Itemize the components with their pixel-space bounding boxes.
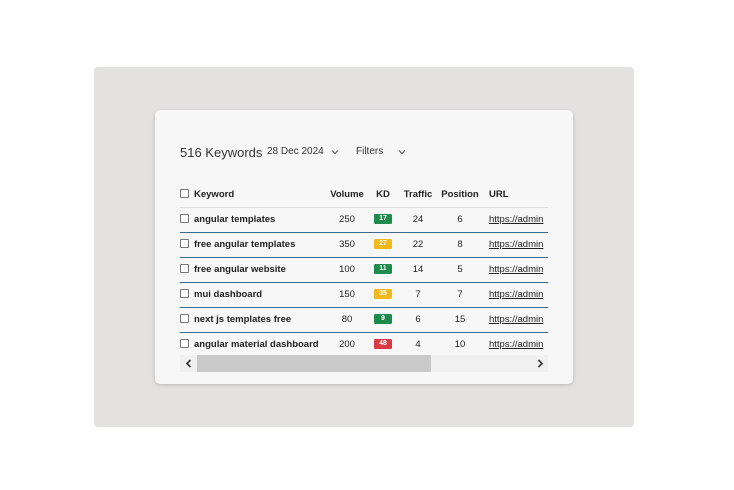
- table-row[interactable]: free angular website 100 11 14 5 https://admi…: [180, 257, 548, 283]
- table-row[interactable]: mui dashboard 150 35 7 7 https://admin: [180, 282, 548, 308]
- kd-badge: 27: [374, 239, 392, 250]
- volume-cell: 100: [339, 264, 355, 275]
- chevron-left-icon: [185, 355, 193, 373]
- row-select-cell: [180, 332, 190, 357]
- row-checkbox[interactable]: [180, 238, 189, 248]
- volume-cell: 200: [339, 339, 355, 350]
- kd-cell: 48: [372, 332, 394, 357]
- position-cell: 6: [457, 214, 463, 225]
- filters-dropdown[interactable]: Filters: [356, 146, 407, 157]
- keyword-cell: free angular website: [194, 264, 286, 275]
- position-cell: 7: [457, 289, 463, 300]
- url-link[interactable]: https://admin: [489, 239, 543, 250]
- url-cell: https://admin: [489, 207, 548, 232]
- scrollbar-thumb[interactable]: [197, 355, 431, 372]
- keyword-cell: free angular templates: [194, 239, 296, 250]
- volume-cell: 80: [341, 314, 353, 325]
- date-dropdown-label: 28 Dec 2024: [267, 146, 324, 157]
- table-row[interactable]: next js templates free 80 9 6 15 https://admi…: [180, 307, 548, 333]
- date-dropdown[interactable]: 28 Dec 2024: [267, 146, 340, 157]
- keyword-cell: angular templates: [194, 214, 276, 225]
- keyword-cell: angular material dashboard: [194, 339, 319, 350]
- position-cell: 15: [454, 314, 466, 325]
- url-cell: https://admin: [489, 282, 548, 307]
- position-cell: 8: [457, 239, 463, 250]
- url-cell: https://admin: [489, 232, 548, 257]
- traffic-cell: 4: [415, 339, 421, 350]
- volume-cell: 150: [339, 289, 355, 300]
- chevron-right-icon: [536, 355, 544, 373]
- column-header-keyword[interactable]: Keyword: [194, 182, 334, 207]
- traffic-cell: 24: [412, 214, 424, 225]
- url-link[interactable]: https://admin: [489, 289, 543, 300]
- keywords-table: Keyword Volume KD Traffic Position URL a…: [180, 182, 548, 372]
- row-select-cell: [180, 207, 190, 232]
- scroll-left-button[interactable]: [180, 355, 197, 372]
- kd-badge: 9: [374, 314, 392, 325]
- select-all-cell: [180, 182, 190, 207]
- chevron-down-icon: [330, 147, 340, 157]
- row-select-cell: [180, 232, 190, 257]
- row-select-cell: [180, 257, 190, 282]
- row-checkbox[interactable]: [180, 338, 189, 348]
- row-checkbox[interactable]: [180, 263, 189, 273]
- table-row[interactable]: angular templates 250 17 24 6 https://admin: [180, 207, 548, 233]
- url-link[interactable]: https://admin: [489, 339, 543, 350]
- traffic-cell: 7: [415, 289, 421, 300]
- table-row[interactable]: free angular templates 350 27 22 8 https://ad…: [180, 232, 548, 258]
- filters-dropdown-label: Filters: [356, 146, 384, 157]
- kd-cell: 17: [372, 207, 394, 232]
- url-link[interactable]: https://admin: [489, 314, 543, 325]
- traffic-cell: 22: [412, 239, 424, 250]
- horizontal-scrollbar[interactable]: [180, 355, 548, 372]
- row-checkbox[interactable]: [180, 213, 189, 223]
- row-select-cell: [180, 307, 190, 332]
- kd-cell: 35: [372, 282, 394, 307]
- url-cell: https://admin: [489, 307, 548, 332]
- column-header-traffic[interactable]: Traffic: [400, 182, 436, 207]
- select-all-checkbox[interactable]: [180, 188, 189, 198]
- table-row[interactable]: angular material dashboard 200 48 4 10 https:…: [180, 332, 548, 357]
- kd-badge: 35: [374, 289, 392, 300]
- page-title: 516 Keywords: [180, 145, 263, 160]
- kd-badge: 48: [374, 339, 392, 350]
- keyword-cell: next js templates free: [194, 314, 292, 325]
- kd-badge: 11: [374, 264, 392, 275]
- column-header-volume[interactable]: Volume: [328, 182, 366, 207]
- column-header-url[interactable]: URL: [489, 182, 548, 207]
- kd-cell: 9: [372, 307, 394, 332]
- chevron-down-icon: [397, 147, 407, 157]
- volume-cell: 350: [339, 239, 355, 250]
- position-cell: 5: [457, 264, 463, 275]
- keyword-cell: mui dashboard: [194, 289, 263, 300]
- row-checkbox[interactable]: [180, 288, 189, 298]
- kd-badge: 17: [374, 214, 392, 225]
- column-header-kd[interactable]: KD: [372, 182, 394, 207]
- kd-cell: 11: [372, 257, 394, 282]
- traffic-cell: 14: [412, 264, 424, 275]
- kd-cell: 27: [372, 232, 394, 257]
- url-link[interactable]: https://admin: [489, 264, 543, 275]
- row-select-cell: [180, 282, 190, 307]
- keywords-card: 516 Keywords 28 Dec 2024 Filters Keyword…: [155, 110, 573, 384]
- table-header-row: Keyword Volume KD Traffic Position URL: [180, 182, 548, 208]
- traffic-cell: 6: [415, 314, 421, 325]
- url-cell: https://admin: [489, 257, 548, 282]
- position-cell: 10: [454, 339, 466, 350]
- scroll-right-button[interactable]: [531, 355, 548, 372]
- volume-cell: 250: [339, 214, 355, 225]
- url-link[interactable]: https://admin: [489, 214, 543, 225]
- column-header-position[interactable]: Position: [440, 182, 480, 207]
- url-cell: https://admin: [489, 332, 548, 357]
- row-checkbox[interactable]: [180, 313, 189, 323]
